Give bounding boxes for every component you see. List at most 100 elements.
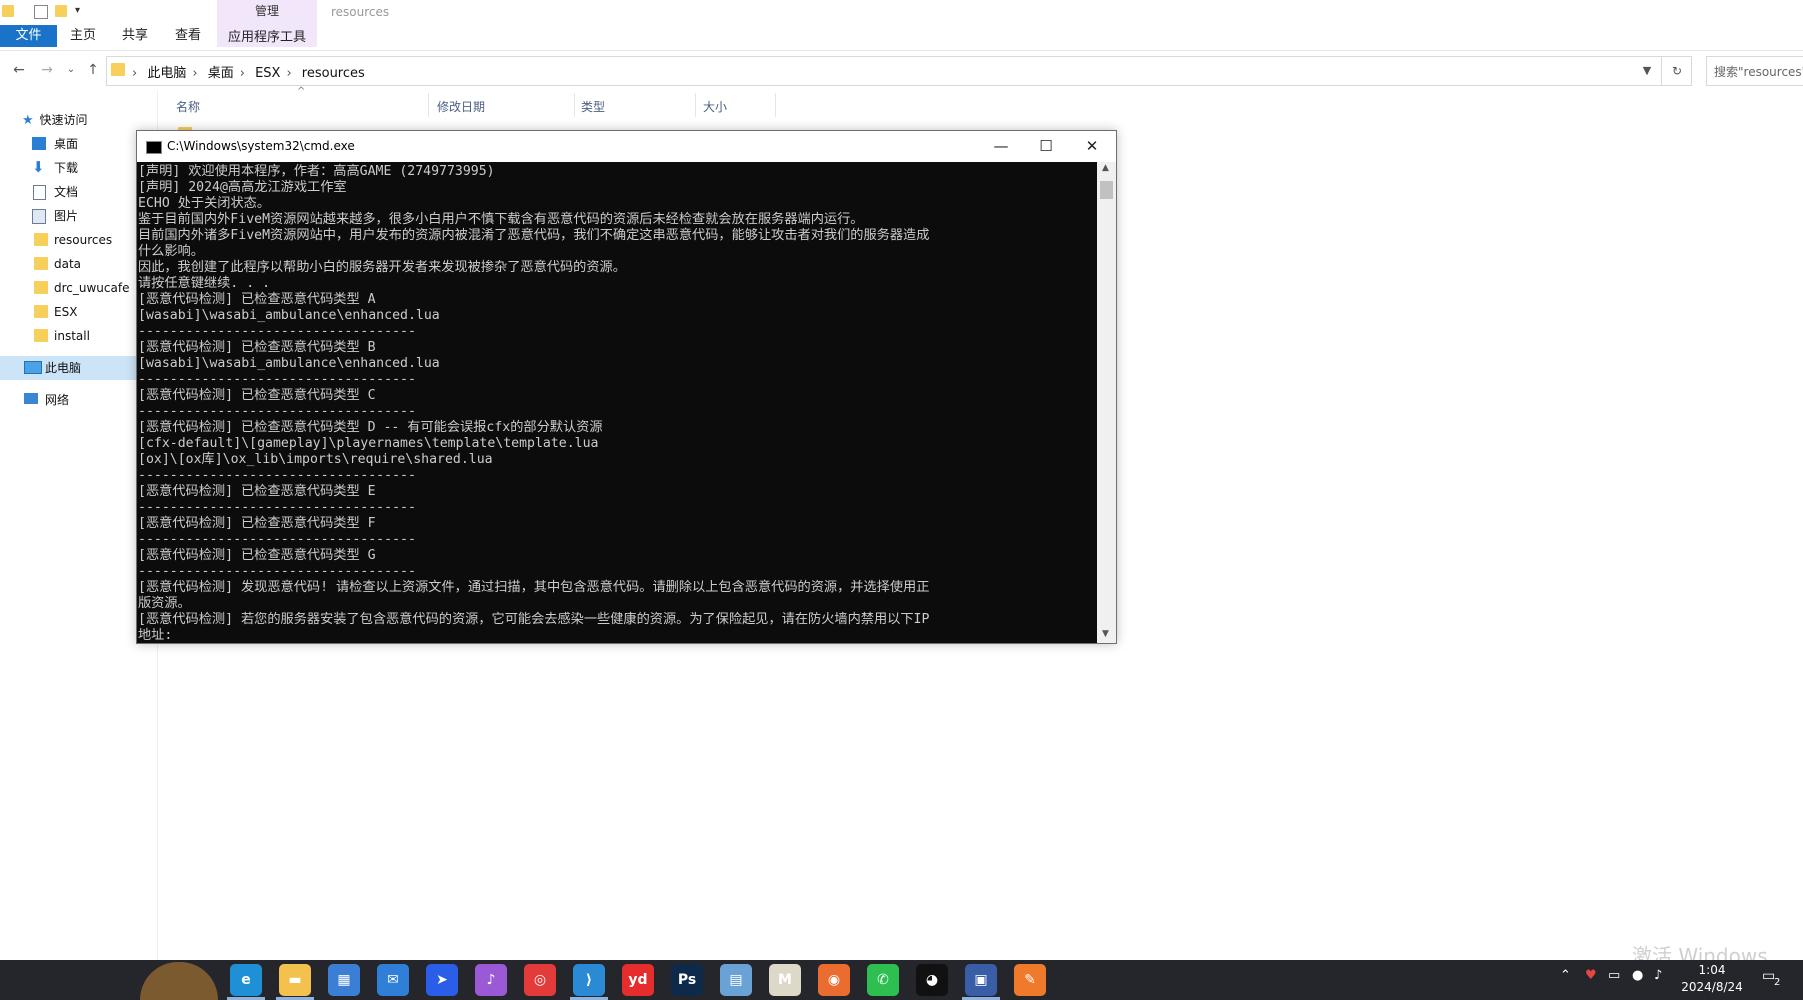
cmd-icon bbox=[146, 141, 162, 154]
breadcrumb-esx[interactable]: ESX bbox=[255, 66, 280, 81]
tab-home[interactable]: 主页 bbox=[70, 25, 96, 47]
scroll-up-icon[interactable]: ▲ bbox=[1102, 163, 1109, 173]
scroll-thumb[interactable] bbox=[1100, 181, 1113, 199]
console-line: [cfx-default]\[gameplay]\playernames\tem… bbox=[138, 436, 599, 451]
clock-date: 2024/8/24 bbox=[1681, 980, 1743, 994]
console-line: [恶意代码检测] 已检查恶意代码类型 G bbox=[138, 548, 376, 563]
sidebar-item-resources[interactable]: resources bbox=[32, 229, 112, 251]
youdao-icon[interactable]: yd bbox=[622, 964, 654, 996]
console-line: 什么影响。 bbox=[138, 244, 204, 259]
sidebar-item-label: 下载 bbox=[54, 161, 79, 175]
sidebar-item-this-pc[interactable]: 此电脑 bbox=[22, 357, 81, 379]
column-type[interactable]: 类型 bbox=[581, 98, 605, 115]
network-tray-icon[interactable]: ▭ bbox=[1608, 968, 1620, 983]
music-app-icon[interactable]: ♪ bbox=[475, 964, 507, 996]
console-line: ----------------------------------- bbox=[138, 500, 416, 515]
sidebar-item-desktop[interactable]: 桌面 bbox=[32, 133, 78, 155]
maximize-button[interactable]: ☐ bbox=[1023, 131, 1069, 162]
archive-icon[interactable]: ▤ bbox=[720, 964, 752, 996]
column-size[interactable]: 大小 bbox=[703, 98, 727, 115]
console-line: ----------------------------------- bbox=[138, 404, 416, 419]
folder-icon bbox=[2, 5, 14, 17]
up-arrow-icon[interactable]: ↑ bbox=[82, 55, 104, 85]
sidebar-item-downloads[interactable]: ⬇ 下载 bbox=[32, 157, 78, 179]
volume-icon[interactable]: ♪ bbox=[1654, 968, 1662, 983]
sidebar-item-documents[interactable]: 文档 bbox=[32, 181, 78, 203]
console-output[interactable]: [声明] 欢迎使用本程序，作者：高高GAME (2749773995) [声明] … bbox=[137, 162, 1097, 643]
breadcrumb: › 此电脑 › 桌面 › ESX › resources bbox=[132, 66, 365, 81]
folder-icon bbox=[34, 257, 48, 270]
window-title: resources bbox=[331, 5, 390, 19]
chevron-up-icon[interactable]: ⌃ bbox=[1560, 968, 1571, 983]
breadcrumb-desktop[interactable]: 桌面 bbox=[208, 66, 234, 81]
sidebar-item-label: 图片 bbox=[54, 209, 79, 223]
mail-icon[interactable]: ✉ bbox=[377, 964, 409, 996]
sidebar-item-quick-access[interactable]: ★ 快速访问 bbox=[22, 109, 88, 131]
customize-quick-access-icon[interactable]: ▾ bbox=[75, 5, 87, 17]
netease-music-icon[interactable]: ◎ bbox=[524, 964, 556, 996]
column-divider[interactable] bbox=[428, 93, 429, 117]
tab-file[interactable]: 文件 bbox=[0, 25, 57, 47]
ribbon: ▾ 管理 应用程序工具 resources 文件 主页 共享 查看 bbox=[0, 0, 1803, 51]
console-line: ----------------------------------- bbox=[138, 372, 416, 387]
sidebar-item-drc-uwucafe[interactable]: drc_uwucafe bbox=[32, 277, 129, 299]
notification-count: 2 bbox=[1774, 977, 1781, 988]
star-icon: ★ bbox=[22, 113, 34, 128]
wechat-icon[interactable]: ✆ bbox=[867, 964, 899, 996]
tab-share[interactable]: 共享 bbox=[122, 25, 148, 47]
column-divider[interactable] bbox=[574, 93, 575, 117]
antivirus-icon[interactable]: ♥ bbox=[1585, 968, 1597, 983]
sidebar-item-label: 此电脑 bbox=[45, 361, 82, 375]
microphone-icon[interactable]: ● bbox=[1632, 968, 1643, 983]
feishu-icon[interactable]: ➤ bbox=[426, 964, 458, 996]
console-line: [ox]\[ox库]\ox_lib\imports\require\shared… bbox=[138, 452, 493, 467]
sort-ascending-icon: ^ bbox=[297, 86, 306, 97]
column-name[interactable]: 名称 bbox=[176, 98, 200, 115]
file-explorer-icon[interactable]: ▬ bbox=[279, 964, 311, 996]
breadcrumb-resources[interactable]: resources bbox=[302, 66, 365, 81]
clock-time: 1:04 bbox=[1698, 963, 1726, 977]
scroll-down-icon[interactable]: ▼ bbox=[1102, 629, 1109, 639]
sidebar-item-pictures[interactable]: 图片 bbox=[32, 205, 78, 227]
properties-icon[interactable] bbox=[34, 5, 48, 19]
minimize-button[interactable]: — bbox=[978, 131, 1024, 162]
cmd-task-icon[interactable]: ▣ bbox=[965, 964, 997, 996]
folder-icon bbox=[111, 63, 125, 76]
photoshop-icon[interactable]: Ps bbox=[671, 964, 703, 996]
refresh-icon[interactable]: ↻ bbox=[1661, 57, 1692, 85]
recent-locations-chevron-icon[interactable]: ⌄ bbox=[60, 55, 82, 85]
close-button[interactable]: ✕ bbox=[1069, 131, 1115, 162]
column-date-modified[interactable]: 修改日期 bbox=[437, 98, 485, 115]
address-dropdown-icon[interactable]: ▼ bbox=[1636, 57, 1658, 85]
vscode-icon[interactable]: ⟩ bbox=[573, 964, 605, 996]
clock[interactable]: 1:04 2024/8/24 bbox=[1680, 962, 1744, 996]
forward-arrow-icon[interactable]: → bbox=[36, 55, 58, 85]
sidebar-item-install[interactable]: install bbox=[32, 325, 90, 347]
column-divider[interactable] bbox=[695, 93, 696, 117]
sidebar-item-esx[interactable]: ESX bbox=[32, 301, 77, 323]
game-app-icon[interactable]: ◉ bbox=[818, 964, 850, 996]
sidebar-item-data[interactable]: data bbox=[32, 253, 81, 275]
cmd-titlebar[interactable]: C:\Windows\system32\cmd.exe — ☐ ✕ bbox=[137, 131, 1116, 162]
tab-app-tools[interactable]: 应用程序工具 bbox=[217, 26, 317, 45]
new-folder-icon[interactable] bbox=[55, 5, 67, 17]
column-divider[interactable] bbox=[775, 93, 776, 117]
cmd-scrollbar[interactable]: ▲ ▼ bbox=[1097, 162, 1116, 643]
back-arrow-icon[interactable]: ← bbox=[8, 55, 30, 85]
console-line: [wasabi]\wasabi_ambulance\enhanced.lua bbox=[138, 308, 440, 323]
app-icon[interactable]: ✎ bbox=[1014, 964, 1046, 996]
console-line: [恶意代码检测] 已检查恶意代码类型 D -- 有可能会误报cfx的部分默认资源 bbox=[138, 420, 603, 435]
notes-app-icon[interactable]: M bbox=[769, 964, 801, 996]
sidebar-item-network[interactable]: 网络 bbox=[22, 389, 69, 411]
qq-icon[interactable]: ◕ bbox=[916, 964, 948, 996]
folder-icon bbox=[34, 233, 48, 246]
console-line: ----------------------------------- bbox=[138, 532, 416, 547]
cmd-window[interactable]: C:\Windows\system32\cmd.exe — ☐ ✕ [声明] 欢… bbox=[136, 130, 1117, 644]
store-icon[interactable]: ▦ bbox=[328, 964, 360, 996]
sidebar-item-label: ESX bbox=[54, 305, 78, 319]
breadcrumb-this-pc[interactable]: 此电脑 bbox=[147, 66, 186, 81]
tab-view[interactable]: 查看 bbox=[175, 25, 201, 47]
console-line: 目前国内外诸多FiveM资源网站中，用户发布的资源内被混淆了恶意代码，我们不确定… bbox=[138, 228, 930, 243]
edge-icon[interactable]: e bbox=[230, 964, 262, 996]
folder-icon bbox=[34, 329, 48, 342]
